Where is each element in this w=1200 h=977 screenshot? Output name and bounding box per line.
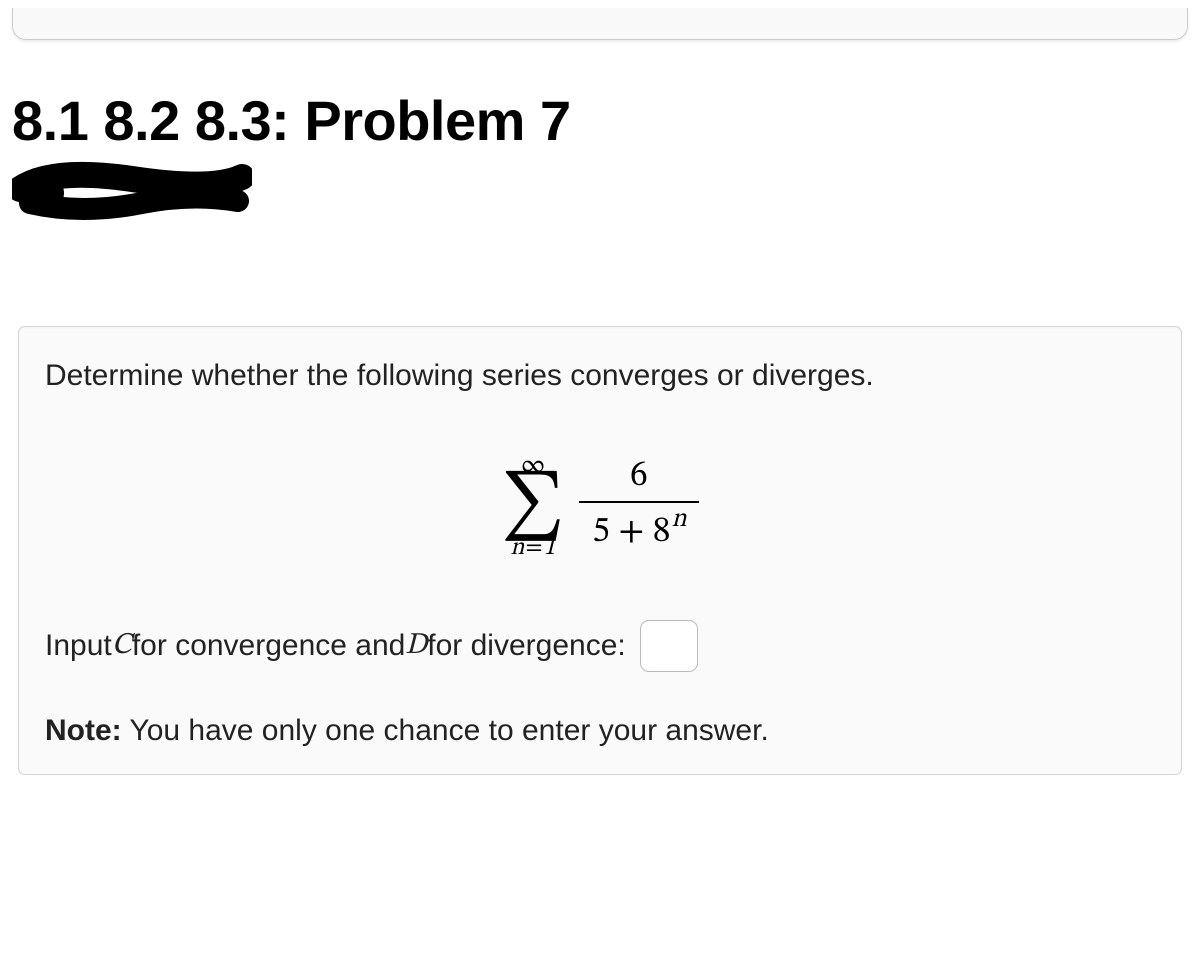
answer-d-var: D xyxy=(405,627,427,665)
note-text: You have only one chance to enter your a… xyxy=(122,714,769,747)
sigma-lower-bound: n=1 xyxy=(511,536,556,560)
denominator: 5 + 8n xyxy=(586,503,691,554)
answer-text-prefix: Input xyxy=(45,629,112,663)
series-expression: ∞ ∑ n=1 6 5 + 8n xyxy=(45,441,1155,560)
answer-text-mid1: for convergence and xyxy=(132,629,406,663)
problem-box: Determine whether the following series c… xyxy=(18,326,1182,775)
problem-prompt: Determine whether the following series c… xyxy=(45,359,1155,393)
fraction: 6 5 + 8n xyxy=(579,455,699,553)
answer-c-var: C xyxy=(112,627,132,665)
note-label: Note: xyxy=(45,714,122,747)
sigma-symbol: ∑ xyxy=(501,477,565,538)
note-line: Note: You have only one chance to enter … xyxy=(45,714,1155,748)
top-toolbar-remnant xyxy=(12,8,1188,40)
sigma-block: ∞ ∑ n=1 xyxy=(501,453,565,560)
answer-text-mid2: for divergence: xyxy=(427,629,625,663)
redaction-mark xyxy=(12,159,252,226)
answer-line: Input C for convergence and D for diverg… xyxy=(45,620,1155,672)
answer-input[interactable] xyxy=(640,620,698,672)
page-title: 8.1 8.2 8.3: Problem 7 xyxy=(12,88,1188,153)
numerator: 6 xyxy=(630,455,648,500)
